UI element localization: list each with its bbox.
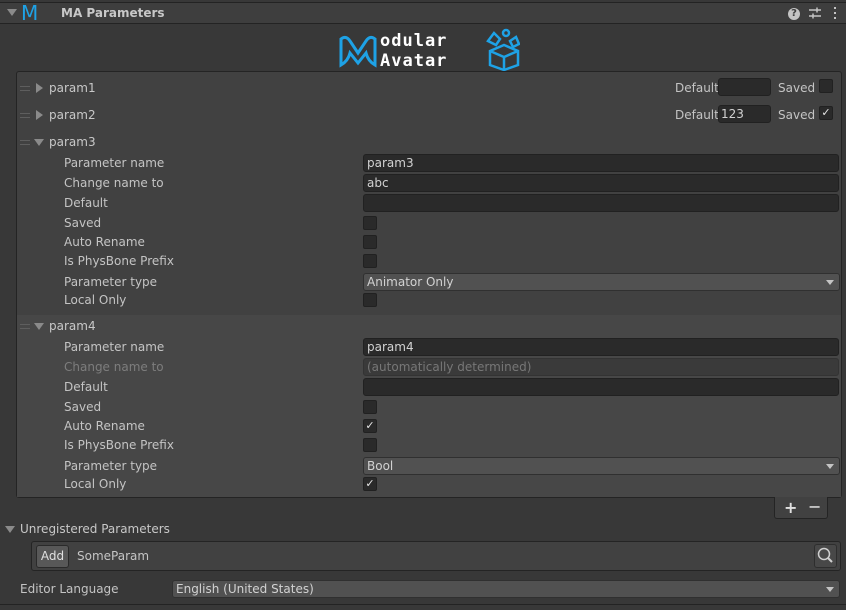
add-parameter-button[interactable]: + [784, 498, 797, 517]
local-only-field-label: Local Only [64, 477, 127, 491]
local-only-checkbox[interactable]: ✓ [363, 477, 377, 491]
list-footer: + − [774, 497, 828, 519]
change-name-input-disabled: (automatically determined) [363, 358, 839, 376]
physbone-prefix-field-label: Is PhysBone Prefix [64, 254, 174, 268]
physbone-prefix-field-label: Is PhysBone Prefix [64, 438, 174, 452]
unregistered-parameter-item: Add SomeParam [31, 541, 841, 571]
modular-avatar-banner: odular Avatar [338, 27, 521, 72]
collapse-arrow-icon[interactable] [34, 139, 44, 146]
parameter-type-value: Bool [367, 459, 394, 473]
dropdown-arrow-icon [826, 280, 834, 285]
unregistered-parameters-foldout[interactable]: Unregistered Parameters [0, 521, 846, 539]
parameter-type-field-label: Parameter type [64, 275, 158, 289]
saved-checkbox[interactable] [363, 216, 377, 230]
default-input[interactable] [363, 378, 839, 396]
parameter-type-dropdown[interactable]: Animator Only [363, 273, 840, 291]
saved-field-label: Saved [64, 216, 102, 230]
change-name-field-label: Change name to [64, 176, 164, 190]
drag-handle-icon[interactable] [20, 140, 30, 145]
component-title: MA Parameters [61, 6, 165, 20]
parameter-name-field-label: Parameter name [64, 340, 165, 354]
default-input[interactable] [363, 194, 839, 212]
editor-language-label: Editor Language [20, 582, 119, 596]
unregistered-parameters-label: Unregistered Parameters [20, 522, 170, 536]
parameter-name-field-label: Parameter name [64, 156, 165, 170]
parameter-type-dropdown[interactable]: Bool [363, 457, 840, 475]
kebab-menu-icon[interactable] [828, 6, 842, 20]
editor-language-dropdown[interactable]: English (United States) [172, 580, 840, 598]
modular-avatar-logo-icon: M [21, 1, 39, 25]
saved-checkbox[interactable]: ✓ [819, 106, 833, 120]
default-field-label: Default [64, 196, 108, 210]
collapse-arrow-icon[interactable] [34, 323, 44, 330]
search-icon [817, 547, 833, 563]
add-unregistered-button[interactable]: Add [36, 545, 69, 568]
drag-handle-icon[interactable] [20, 324, 30, 329]
default-input[interactable] [718, 78, 771, 96]
component-header: M MA Parameters ? [0, 1, 846, 25]
banner-line2: Avatar [380, 51, 447, 71]
parameters-list: param1 Default Saved param2 Default 123 … [16, 71, 842, 498]
auto-rename-field-label: Auto Rename [64, 235, 145, 249]
default-field-label: Default [64, 380, 108, 394]
parameter-row-param3[interactable]: param3 [17, 134, 841, 152]
banner-box-icon [486, 28, 521, 72]
help-icon[interactable]: ? [788, 8, 800, 20]
auto-rename-checkbox[interactable]: ✓ [363, 419, 377, 433]
banner-m-icon [339, 35, 377, 68]
change-name-field-label: Change name to [64, 360, 164, 374]
collapse-arrow-icon[interactable] [5, 526, 15, 533]
default-input[interactable]: 123 [718, 105, 771, 123]
expand-arrow-icon[interactable] [36, 110, 43, 120]
parameter-type-value: Animator Only [367, 275, 454, 289]
dropdown-arrow-icon [826, 587, 834, 592]
drag-handle-icon[interactable] [20, 86, 30, 91]
saved-label: Saved [778, 81, 816, 95]
physbone-prefix-checkbox[interactable] [363, 254, 377, 268]
saved-checkbox[interactable] [363, 400, 377, 414]
editor-language-value: English (United States) [176, 582, 314, 596]
dropdown-arrow-icon [826, 464, 834, 469]
banner-line1: odular [380, 31, 447, 51]
parameter-name-label: param4 [49, 319, 96, 333]
parameter-name-label: param1 [49, 81, 96, 95]
preset-icon[interactable] [808, 6, 822, 20]
saved-checkbox[interactable] [819, 79, 833, 93]
remove-parameter-button[interactable]: − [808, 497, 821, 516]
divider [0, 604, 846, 605]
local-only-checkbox[interactable] [363, 293, 377, 307]
drag-handle-icon[interactable] [20, 113, 30, 118]
saved-label: Saved [778, 108, 816, 122]
parameter-row-param2[interactable]: param2 Default 123 Saved ✓ [17, 105, 841, 125]
search-button[interactable] [814, 544, 837, 568]
parameter-type-field-label: Parameter type [64, 459, 158, 473]
expand-arrow-icon[interactable] [36, 83, 43, 93]
parameter-name-input[interactable]: param3 [363, 154, 839, 172]
unregistered-parameter-name: SomeParam [77, 549, 150, 563]
auto-rename-checkbox[interactable] [363, 235, 377, 249]
parameter-name-input[interactable]: param4 [363, 338, 839, 356]
default-label: Default [675, 81, 719, 95]
local-only-field-label: Local Only [64, 293, 127, 307]
parameter-row-param4[interactable]: param4 [17, 318, 841, 336]
parameter-name-label: param3 [49, 135, 96, 149]
saved-field-label: Saved [64, 400, 102, 414]
change-name-input[interactable]: abc [363, 174, 839, 192]
parameter-row-param1[interactable]: param1 Default Saved [17, 78, 841, 98]
auto-rename-field-label: Auto Rename [64, 419, 145, 433]
physbone-prefix-checkbox[interactable] [363, 438, 377, 452]
parameter-name-label: param2 [49, 108, 96, 122]
default-label: Default [675, 108, 719, 122]
foldout-arrow-icon[interactable] [7, 9, 17, 16]
